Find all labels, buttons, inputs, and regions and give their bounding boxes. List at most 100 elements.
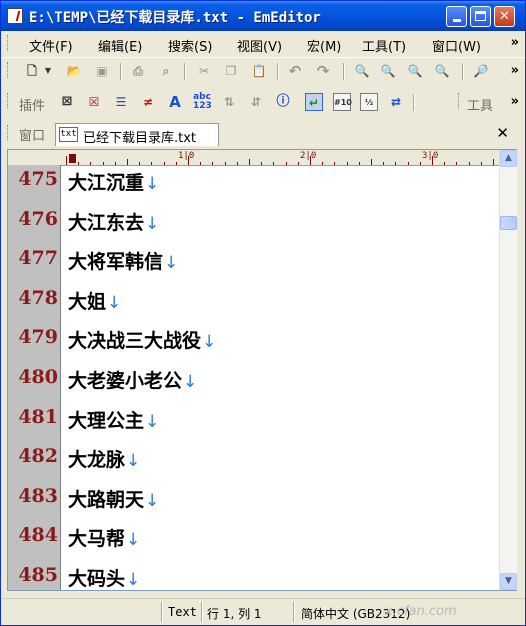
menu-file[interactable]: 文件(F)	[29, 36, 73, 55]
line-text[interactable]: 大决战三大战役↓	[68, 326, 216, 353]
line-text[interactable]: 大江东去↓	[68, 208, 159, 235]
ruler-tick	[163, 162, 165, 165]
line-number: 483	[18, 485, 58, 507]
toolbar2-overflow-icon[interactable]: »	[511, 94, 519, 109]
plugin-grid-icon[interactable]: ⊠	[58, 93, 76, 111]
plugin-list-icon[interactable]: ☰	[112, 93, 130, 111]
paste-icon[interactable]: 📋	[250, 62, 268, 80]
menu-view[interactable]: 视图(V)	[237, 36, 282, 55]
menu-tools[interactable]: 工具(T)	[362, 36, 406, 55]
line-text[interactable]: 大龙脉↓	[68, 445, 140, 472]
tools-toolbar-grip[interactable]	[458, 93, 461, 109]
menu-window[interactable]: 窗口(W)	[432, 36, 481, 55]
undo-icon[interactable]: ↶	[286, 62, 304, 80]
standard-toolbar: 🗋 ▼ 📂 ▣ ⎙ ⌕ ✂ ❐ 📋 ↶ ↷ 🔍 🔍 🔍 🔍 🔎 »	[1, 58, 525, 85]
ruler-tick	[78, 162, 80, 165]
line-text[interactable]: 大理公主↓	[68, 406, 159, 433]
line-content: 大将军韩信	[68, 251, 164, 273]
menubar-overflow-icon[interactable]: »	[511, 35, 519, 50]
close-button[interactable]: ✕	[494, 6, 515, 27]
maximize-button[interactable]	[470, 6, 491, 27]
close-tab-icon[interactable]: ✕	[496, 124, 509, 142]
tabbar-grip[interactable]	[7, 125, 10, 141]
toolbar-overflow-icon[interactable]: »	[511, 63, 519, 78]
newline-mark-icon: ↓	[126, 570, 141, 590]
toolbar-grip[interactable]	[7, 62, 10, 78]
scroll-thumb[interactable]	[500, 216, 517, 230]
line-text[interactable]: 大姐↓	[68, 287, 121, 314]
plugins-toolbar: 插件 ⊠ ☒ ☰ ≠ A abc 123 ⇅ ⇵ ⓘ ↵ #10 ½ ⇄ 工具 »	[1, 89, 525, 116]
ruler-tick	[444, 162, 446, 165]
plugin-sort-desc-icon[interactable]: ⇵	[247, 93, 265, 111]
plugin-columns-icon[interactable]: #10	[333, 93, 352, 111]
line-number: 481	[18, 406, 58, 428]
ruler-mark: 1|0	[178, 151, 195, 161]
plugin-font-icon[interactable]: A	[166, 93, 184, 111]
status-divider	[201, 602, 203, 622]
find-in-files-icon[interactable]: 🔎	[472, 62, 490, 80]
redo-icon[interactable]: ↷	[314, 62, 332, 80]
newline-mark-icon: ↓	[183, 372, 198, 392]
find-icon[interactable]: 🔍	[353, 62, 371, 80]
line-text[interactable]: 大码头↓	[68, 564, 140, 591]
menu-edit[interactable]: 编辑(E)	[98, 36, 142, 55]
minimize-button[interactable]	[446, 6, 467, 27]
ruler-tick	[468, 162, 470, 165]
title-bar[interactable]: E:\TEMP\已经下载目录库.txt - EmEditor ✕	[1, 1, 525, 31]
toolbar-grip[interactable]	[7, 93, 10, 109]
print-preview-icon[interactable]: ⌕	[157, 62, 175, 80]
find-previous-icon[interactable]: 🔍	[406, 62, 424, 80]
ruler-tick	[175, 162, 177, 165]
status-position[interactable]: 行 1, 列 1	[207, 605, 262, 622]
find-next-icon[interactable]: 🔍	[379, 62, 397, 80]
line-text[interactable]: 大江沉重↓	[68, 168, 159, 195]
ruler-tick	[139, 162, 141, 165]
newline-mark-icon: ↓	[145, 174, 160, 194]
toolbar-separator	[184, 63, 186, 80]
tab-active-document[interactable]: txt 已经下载目录库.txt	[55, 123, 219, 146]
plugin-info-icon[interactable]: ⓘ	[274, 93, 292, 111]
menu-macro[interactable]: 宏(M)	[307, 36, 341, 55]
new-file-icon[interactable]: 🗋	[23, 62, 41, 80]
ruler-tick	[456, 162, 458, 165]
tab-label: 已经下载目录库.txt	[83, 131, 197, 146]
ruler-tick	[127, 159, 128, 165]
editor-pane[interactable]: 1|0 2|0 3|0 475 大江沉重↓ 476 大江东去↓ 477 大将军韩信↓ 478…	[7, 149, 517, 591]
ruler-tick	[285, 162, 287, 165]
line-content: 大老婆小老公	[68, 370, 183, 392]
line-text[interactable]: 大马帮↓	[68, 524, 140, 551]
print-icon[interactable]: ⎙	[129, 62, 147, 80]
line-text[interactable]: 大将军韩信↓	[68, 247, 178, 274]
plugin-delete-icon[interactable]: ☒	[85, 93, 103, 111]
plugin-switch-icon[interactable]: ⇄	[387, 93, 405, 111]
menu-search[interactable]: 搜索(S)	[168, 36, 212, 55]
replace-icon[interactable]: 🔍	[433, 62, 451, 80]
line-text[interactable]: 大老婆小老公↓	[68, 366, 197, 393]
scroll-up-button[interactable]: ▲	[500, 150, 517, 167]
ruler-tick	[273, 162, 275, 165]
copy-icon[interactable]: ❐	[222, 62, 240, 80]
plugin-word-count-icon[interactable]: abc 123	[193, 93, 212, 111]
line-text[interactable]: 大路朝天↓	[68, 485, 159, 512]
open-folder-icon[interactable]: 📂	[65, 62, 83, 80]
scroll-down-button[interactable]: ▼	[500, 573, 517, 590]
ruler-tick	[419, 162, 421, 165]
menubar-grip[interactable]	[7, 35, 10, 51]
app-icon[interactable]	[7, 8, 23, 24]
line-content: 大路朝天	[68, 489, 145, 511]
ruler: 1|0 2|0 3|0	[8, 150, 499, 166]
plugin-sort-icon[interactable]: ⇅	[220, 93, 238, 111]
menu-bar: 文件(F) 编辑(E) 搜索(S) 视图(V) 宏(M) 工具(T) 窗口(W)…	[1, 31, 525, 58]
newline-mark-icon: ↓	[202, 332, 217, 352]
vertical-scrollbar[interactable]: ▲ ▼	[499, 150, 517, 590]
plugin-wrap-icon[interactable]: ↵	[305, 93, 323, 111]
toolbar-separator	[413, 94, 415, 111]
save-icon[interactable]: ▣	[93, 62, 111, 80]
emeditor-window: E:\TEMP\已经下载目录库.txt - EmEditor ✕ 文件(F) 编…	[0, 0, 526, 626]
status-mode: Text	[168, 605, 197, 619]
plugin-fraction-icon[interactable]: ½	[360, 93, 378, 111]
cut-icon[interactable]: ✂	[195, 62, 213, 80]
line-number: 480	[18, 366, 58, 388]
plugin-remove-lines-icon[interactable]: ≠	[139, 93, 157, 111]
new-dropdown-icon[interactable]: ▼	[43, 62, 53, 80]
